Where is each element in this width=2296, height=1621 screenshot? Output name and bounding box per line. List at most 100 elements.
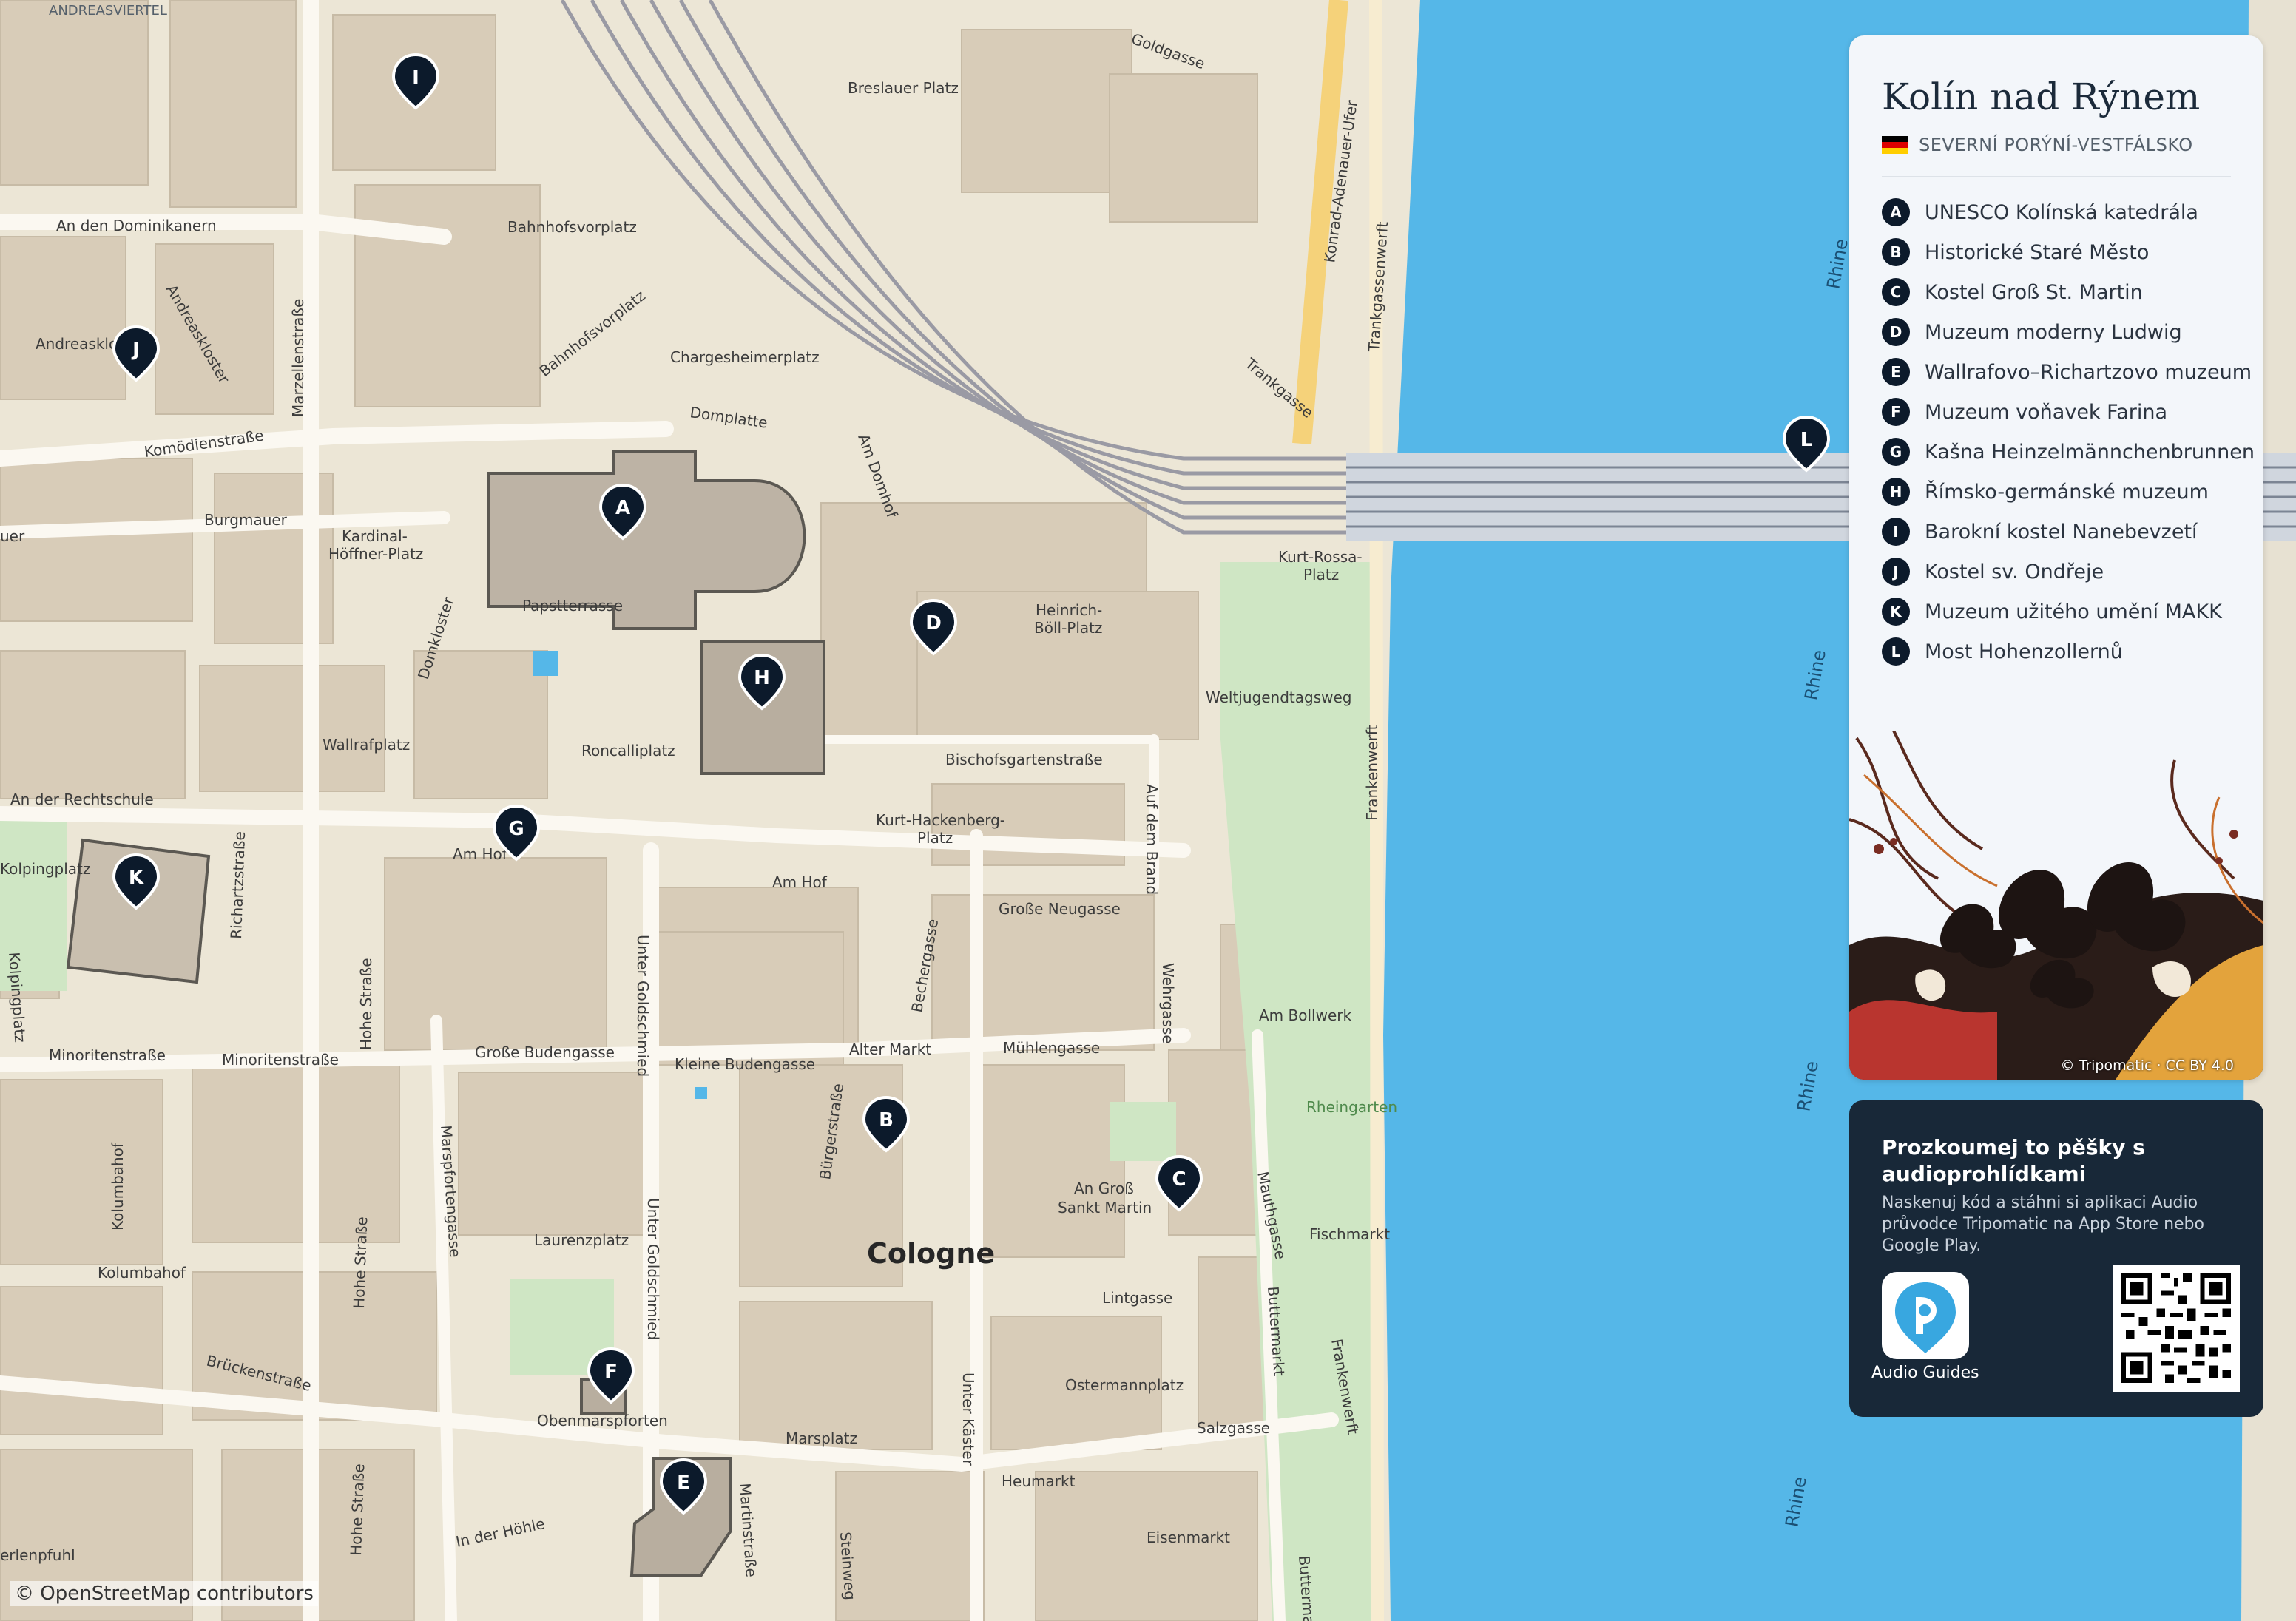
oak-leaves-artwork: [1849, 731, 2263, 1080]
label-heumarkt: Heumarkt: [1002, 1472, 1076, 1490]
label-hoeffner-platz: Höffner-Platz: [328, 545, 423, 563]
poi-list-item[interactable]: C Kostel Groß St. Martin: [1882, 272, 2255, 312]
label-weltjugendtagsweg: Weltjugendtagsweg: [1206, 688, 1351, 706]
legend-panel: Kolín nad Rýnem SEVERNÍ PORÝNÍ-VESTFÁLSK…: [1849, 35, 2263, 1080]
label-rheingarten: Rheingarten: [1306, 1098, 1397, 1116]
svg-text:D: D: [925, 612, 942, 634]
poi-name: Muzeum voňavek Farina: [1925, 400, 2168, 424]
osm-attribution: © OpenStreetMap contributors: [10, 1581, 318, 1606]
label-roncalliplatz: Roncalliplatz: [581, 742, 675, 759]
label-andreasviertel: ANDREASVIERTEL: [49, 3, 167, 18]
poi-list-item[interactable]: J Kostel sv. Ondřeje: [1882, 552, 2255, 592]
label-wehrgasse: Wehrgasse: [1159, 963, 1177, 1044]
svg-text:A: A: [615, 497, 630, 519]
label-marzellenstrasse: Marzellenstraße: [289, 299, 307, 417]
poi-badge: K: [1882, 598, 1910, 626]
poi-badge: G: [1882, 438, 1910, 466]
label-am-hof: Am Hof: [453, 845, 508, 863]
poi-list-item[interactable]: K Muzeum užitého umění MAKK: [1882, 592, 2255, 632]
poi-name: Barokní kostel Nanebevzetí: [1925, 520, 2198, 544]
label-muehlengasse: Mühlengasse: [1003, 1039, 1100, 1057]
label-unter-goldschmied-2: Unter Goldschmied: [644, 1198, 662, 1340]
poi-badge: A: [1882, 198, 1910, 226]
poi-list-item[interactable]: H Římsko-germánské muzeum: [1882, 472, 2255, 512]
artwork-credit: © Tripomatic · CC BY 4.0: [2060, 1057, 2234, 1074]
label-kurt-hackenberg: Kurt-Hackenberg-: [876, 811, 1005, 829]
label-an-den-dominikanern: An den Dominikanern: [56, 217, 217, 234]
svg-text:J: J: [131, 339, 140, 361]
svg-text:H: H: [754, 667, 770, 689]
poi-badge: B: [1882, 238, 1910, 266]
label-heinrich: Heinrich-: [1036, 601, 1102, 619]
label-am-bollwerk: Am Bollwerk: [1259, 1006, 1351, 1024]
label-bischofsgartenstrasse: Bischofsgartenstraße: [945, 751, 1103, 768]
poi-list-item[interactable]: L Most Hohenzollernů: [1882, 632, 2255, 671]
label-papstterrasse: Papstterrasse: [522, 597, 623, 615]
poi-list-item[interactable]: D Muzeum moderny Ludwig: [1882, 312, 2255, 352]
label-kolumba: Kolumbahof: [109, 1142, 126, 1231]
label-kurt-hackenberg-platz: Platz: [917, 829, 953, 847]
poi-list: A UNESCO Kolínská katedrála B Historické S…: [1882, 192, 2255, 671]
label-marsplatz: Marsplatz: [786, 1429, 857, 1447]
poi-badge: C: [1882, 278, 1910, 306]
label-kurt-rossa: Kurt-Rossa-: [1278, 548, 1363, 566]
svg-text:E: E: [677, 1472, 690, 1494]
label-kolumbahof: Kolumbahof: [98, 1264, 186, 1282]
region-name: SEVERNÍ PORÝNÍ-VESTFÁLSKO: [1919, 135, 2193, 155]
label-an-gross: An Groß: [1074, 1180, 1134, 1197]
poi-name: Muzeum užitého umění MAKK: [1925, 600, 2222, 623]
poi-badge: I: [1882, 518, 1910, 546]
svg-text:I: I: [412, 67, 419, 89]
poi-name: Kašna Heinzelmännchenbrunnen: [1925, 440, 2255, 464]
poi-badge: H: [1882, 478, 1910, 506]
svg-text:G: G: [508, 818, 524, 840]
pool: [695, 1087, 707, 1099]
label-burgmauer: Burgmauer: [204, 511, 288, 529]
label-grosse-budengasse: Große Budengasse: [475, 1043, 615, 1061]
label-hohe-strasse-3: Hohe Straße: [347, 1463, 368, 1556]
poi-badge: L: [1882, 637, 1910, 666]
fountain-pool: [533, 651, 558, 676]
label-laurenzplatz: Laurenzplatz: [534, 1231, 629, 1249]
label-minoritenstrasse-2: Minoritenstraße: [222, 1051, 339, 1069]
poi-name: Wallrafovo–Richartzovo muzeum: [1925, 360, 2252, 384]
poi-list-item[interactable]: G Kašna Heinzelmännchenbrunnen: [1882, 432, 2255, 472]
divider: [1882, 176, 2231, 177]
label-kurt-rossa-platz: Platz: [1303, 566, 1339, 583]
audio-description: Naskenuj kód a stáhni si aplikaci Audio …: [1882, 1194, 2204, 1255]
poi-name: Historické Staré Město: [1925, 240, 2150, 264]
label-auf-dem-brand: Auf dem Brand: [1143, 784, 1161, 895]
label-kardinal: Kardinal-: [342, 527, 408, 545]
audio-guides-app-icon[interactable]: [1882, 1272, 1969, 1359]
poi-name: Římsko-germánské muzeum: [1925, 480, 2209, 504]
poi-list-item[interactable]: A UNESCO Kolínská katedrála: [1882, 192, 2255, 232]
poi-name: Muzeum moderny Ludwig: [1925, 320, 2182, 344]
poi-name: Kostel Groß St. Martin: [1925, 280, 2143, 304]
label-unter-kaester: Unter Käster: [959, 1373, 977, 1466]
app-label: Audio Guides: [1871, 1364, 1979, 1382]
poi-name: Kostel sv. Ondřeje: [1925, 560, 2104, 583]
poi-list-item[interactable]: I Barokní kostel Nanebevzetí: [1882, 512, 2255, 552]
svg-text:L: L: [1800, 429, 1813, 451]
label-erlenpfuhl: erlenpfuhl: [0, 1546, 75, 1564]
label-breslauer-platz: Breslauer Platz: [848, 79, 959, 97]
label-sankt-martin: Sankt Martin: [1058, 1199, 1152, 1216]
poi-list-item[interactable]: B Historické Staré Město: [1882, 232, 2255, 272]
label-richartzstrasse: Richartzstraße: [227, 831, 249, 939]
poi-list-item[interactable]: F Muzeum voňavek Farina: [1882, 392, 2255, 432]
qr-code[interactable]: [2113, 1265, 2240, 1392]
label-fischmarkt: Fischmarkt: [1309, 1225, 1390, 1243]
poi-name: Most Hohenzollernů: [1925, 640, 2123, 663]
svg-text:C: C: [1172, 1168, 1186, 1191]
label-uer: uer: [0, 527, 25, 545]
svg-text:F: F: [604, 1361, 618, 1383]
poi-name: UNESCO Kolínská katedrála: [1925, 200, 2198, 224]
label-hohe-strasse-2: Hohe Straße: [350, 1216, 371, 1309]
audio-guide-card: Prozkoumej to pěšky s audioprohlídkami N…: [1849, 1100, 2263, 1417]
svg-text:K: K: [129, 867, 144, 889]
audio-title: Prozkoumej to pěšky s audioprohlídkami: [1882, 1135, 2145, 1186]
poi-list-item[interactable]: E Wallrafovo–Richartzovo muzeum: [1882, 352, 2255, 392]
label-hohe-strasse: Hohe Straße: [357, 958, 375, 1050]
germany-flag-icon: [1882, 136, 1908, 154]
label-city: Cologne: [867, 1237, 995, 1270]
